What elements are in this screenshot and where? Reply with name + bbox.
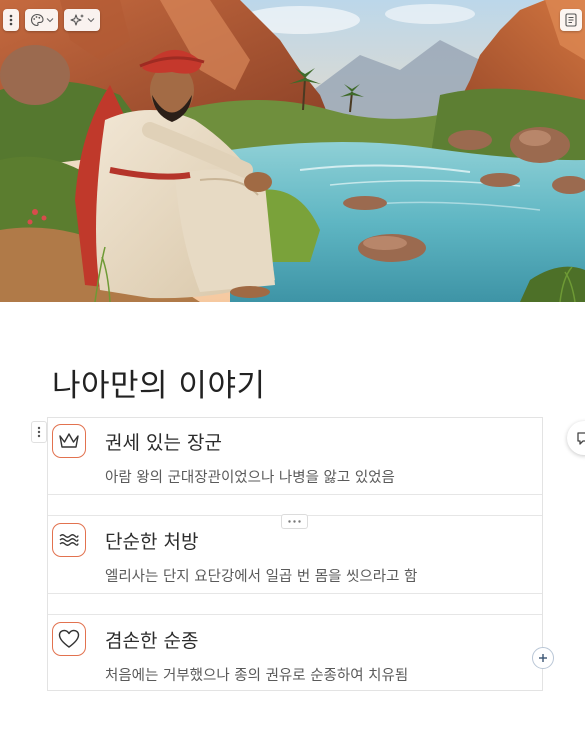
vertical-dots-icon	[9, 14, 13, 26]
ai-menu-button[interactable]	[64, 9, 100, 31]
item-description[interactable]: 아람 왕의 군대장관이었으나 나병을 앓고 있었음	[105, 466, 395, 487]
add-item-button[interactable]	[532, 647, 554, 669]
item-description[interactable]: 처음에는 거부했으나 종의 권유로 순종하여 치유됨	[105, 664, 408, 685]
item-icon-box	[52, 523, 86, 557]
vertical-dots-icon	[37, 426, 41, 438]
comment-icon	[577, 432, 585, 445]
page-title[interactable]: 나아만의 이야기	[52, 360, 266, 405]
river-illustration	[0, 0, 585, 302]
horizontal-dots-icon	[288, 520, 301, 523]
block-drag-handle[interactable]	[31, 421, 47, 443]
slide-editor: 나아만의 이야기 권세 있는 장군 아람 왕의 군대장관이었으나 나병을 앓고 …	[0, 0, 585, 733]
item-icon-box	[52, 424, 86, 458]
list-item[interactable]: 겸손한 순종 처음에는 거부했으나 종의 권유로 순종하여 치유됨	[48, 616, 542, 692]
sparkle-icon	[69, 14, 84, 26]
notes-button[interactable]	[560, 9, 582, 31]
heart-icon	[58, 629, 80, 648]
chevron-down-icon	[87, 18, 94, 23]
item-title[interactable]: 권세 있는 장군	[105, 428, 222, 455]
item-title[interactable]: 겸손한 순종	[105, 626, 198, 653]
item-options-button[interactable]	[281, 514, 308, 529]
feature-list[interactable]: 권세 있는 장군 아람 왕의 군대장관이었으나 나병을 앓고 있었음 단순한 처…	[47, 417, 543, 691]
item-icon-box	[52, 622, 86, 656]
drag-handle-button[interactable]	[3, 9, 19, 31]
document-icon	[565, 13, 577, 27]
waves-icon	[59, 534, 79, 546]
palette-icon	[30, 13, 44, 27]
plus-icon	[539, 654, 547, 662]
item-divider	[48, 593, 542, 615]
cover-image[interactable]	[0, 0, 585, 302]
comment-button[interactable]	[567, 421, 585, 455]
list-item[interactable]: 권세 있는 장군 아람 왕의 군대장관이었으나 나병을 앓고 있었음	[48, 418, 542, 494]
item-description[interactable]: 엘리사는 단지 요단강에서 일곱 번 몸을 씻으라고 함	[105, 565, 417, 586]
style-menu-button[interactable]	[25, 9, 58, 31]
item-divider	[48, 494, 542, 516]
item-title[interactable]: 단순한 처방	[105, 527, 198, 554]
crown-icon	[59, 433, 79, 448]
chevron-down-icon	[46, 18, 53, 23]
